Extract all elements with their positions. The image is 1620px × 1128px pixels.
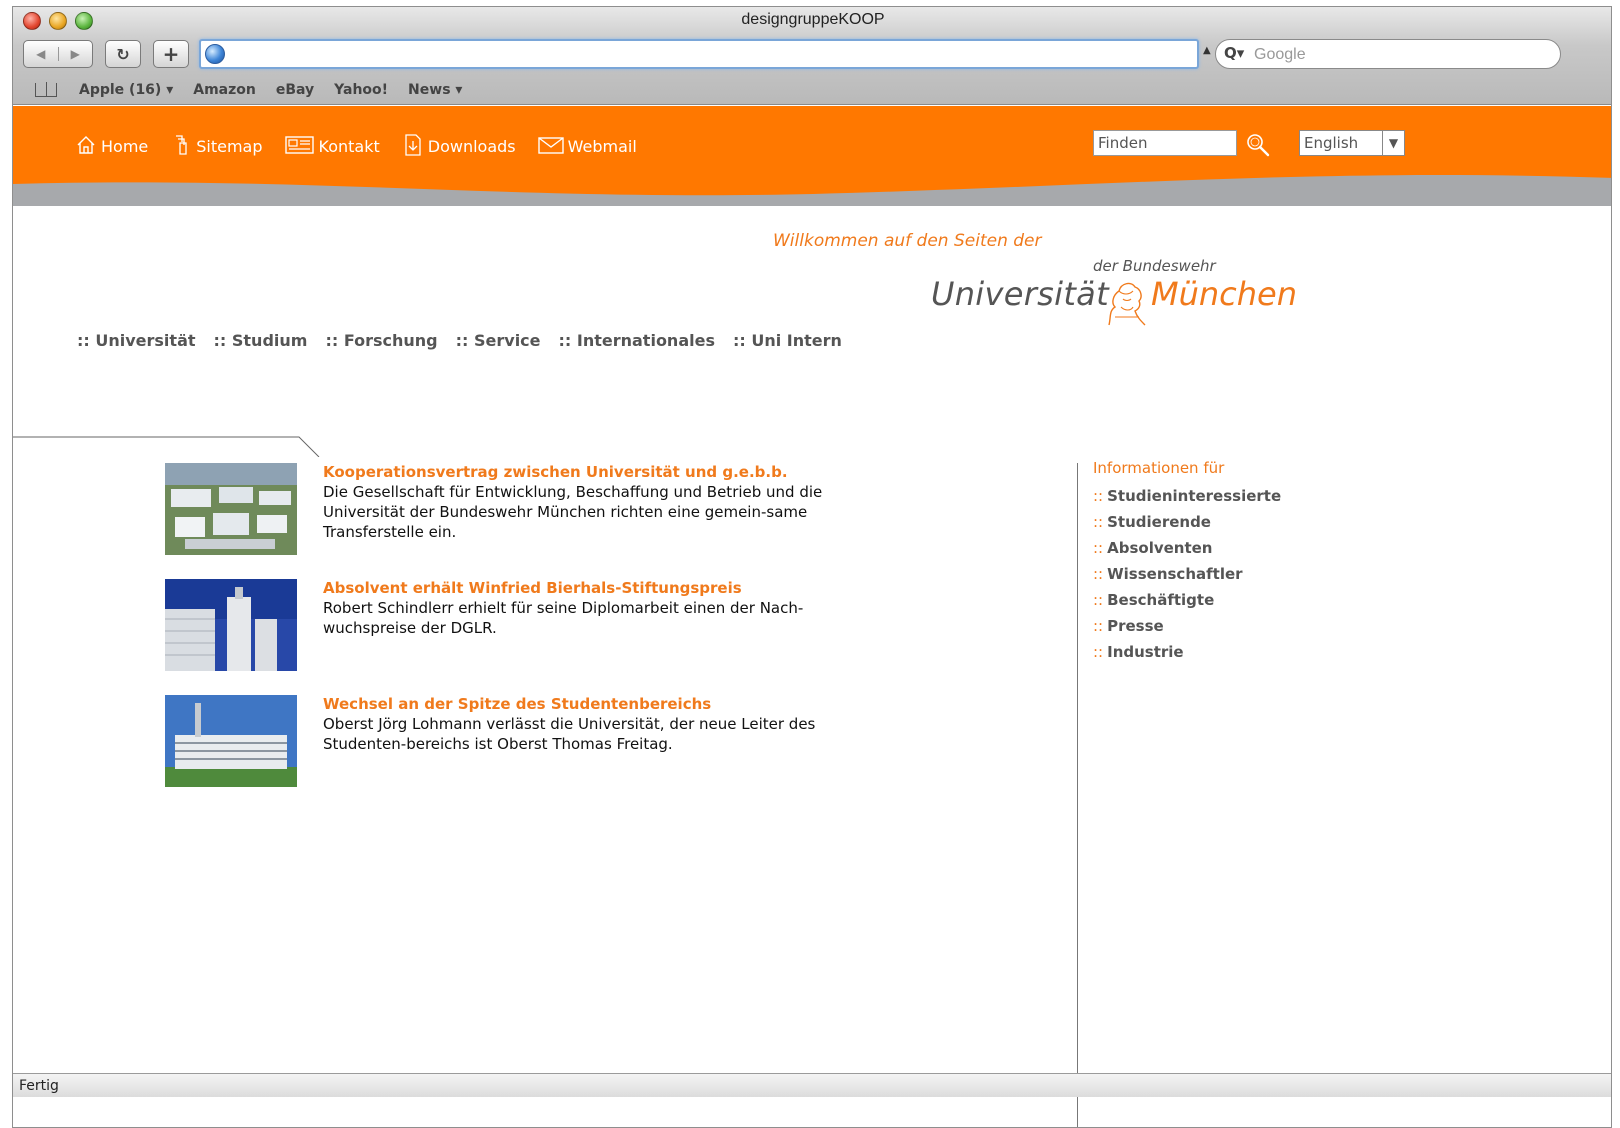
mainnav-internationales[interactable]: :: Internationales bbox=[559, 331, 715, 350]
sidebar-item-wissenschaftler[interactable]: :: Wissenschaftler bbox=[1093, 561, 1281, 587]
mainnav-service[interactable]: :: Service bbox=[456, 331, 541, 350]
news-image-campus-aerial bbox=[165, 463, 297, 555]
magnifier-icon[interactable] bbox=[1245, 132, 1271, 158]
bookmark-yahoo[interactable]: Yahoo! bbox=[334, 82, 388, 98]
topnav-downloads-label: Downloads bbox=[427, 137, 516, 156]
address-bar[interactable] bbox=[199, 39, 1199, 69]
topnav-home-label: Home bbox=[101, 137, 149, 156]
welcome-text: Willkommen auf den Seiten der bbox=[773, 231, 1042, 251]
news-image-building-chimney bbox=[165, 695, 297, 787]
header-wave-band bbox=[13, 175, 1611, 206]
window-title: designgruppeKOOP bbox=[741, 11, 885, 28]
home-icon bbox=[75, 134, 97, 156]
browser-window: designgruppeKOOP ◀ ▶ ↻ + ▲ Q▾ Google App… bbox=[12, 6, 1612, 1128]
sidebar-heading: Informationen für bbox=[1093, 459, 1225, 477]
language-select[interactable]: English ▼ bbox=[1299, 130, 1405, 156]
bookmark-apple[interactable]: Apple (16) ▾ bbox=[79, 82, 173, 98]
logo-der-bundeswehr: der Bundeswehr bbox=[1093, 257, 1216, 275]
news-text: Robert Schindlerr erhielt für seine Dipl… bbox=[323, 599, 804, 637]
plus-icon: + bbox=[162, 42, 180, 66]
chevron-down-icon[interactable]: ▼ bbox=[1382, 131, 1404, 155]
news-item[interactable]: Wechsel an der Spitze des Studentenberei… bbox=[165, 695, 845, 789]
download-icon bbox=[402, 134, 424, 156]
news-text: Die Gesellschaft für Entwicklung, Bescha… bbox=[323, 483, 823, 541]
sidebar-item-label: Presse bbox=[1107, 617, 1164, 635]
decorative-leader-line bbox=[13, 436, 320, 457]
back-arrow-icon[interactable]: ◀ bbox=[24, 47, 58, 61]
sidebar-item-label: Wissenschaftler bbox=[1107, 565, 1243, 583]
sidebar-divider bbox=[1077, 463, 1078, 1127]
logo-universitaet: Universität bbox=[931, 275, 1109, 313]
topnav-sitemap[interactable]: Sitemap bbox=[170, 134, 263, 156]
search-icon[interactable]: Q▾ bbox=[1224, 44, 1244, 62]
topnav-downloads[interactable]: Downloads bbox=[402, 134, 516, 156]
status-bar: Fertig bbox=[13, 1073, 1611, 1097]
logo-muenchen: München bbox=[1151, 275, 1298, 313]
sitemap-icon bbox=[170, 134, 192, 156]
news-title[interactable]: Kooperationsvertrag zwischen Universität… bbox=[323, 463, 843, 482]
topnav-home[interactable]: Home bbox=[75, 134, 148, 156]
sidebar-item-prefix: :: bbox=[1093, 513, 1104, 531]
sidebar-item-prefix: :: bbox=[1093, 539, 1104, 557]
mainnav-universitaet[interactable]: :: Universität bbox=[77, 331, 196, 350]
main-navigation: :: Universität :: Studium :: Forschung :… bbox=[77, 331, 860, 350]
sidebar-item-label: Studieninteressierte bbox=[1107, 487, 1282, 505]
back-forward-buttons[interactable]: ◀ ▶ bbox=[23, 40, 93, 68]
status-text: Fertig bbox=[19, 1078, 59, 1094]
mainnav-uni-intern[interactable]: :: Uni Intern bbox=[733, 331, 842, 350]
mainnav-studium[interactable]: :: Studium bbox=[214, 331, 308, 350]
bookmark-ebay[interactable]: eBay bbox=[276, 82, 314, 98]
bookmarks-book-icon[interactable] bbox=[35, 82, 57, 97]
news-title[interactable]: Absolvent erhält Winfried Bierhals-Stift… bbox=[323, 579, 843, 598]
sidebar-item-label: Absolventen bbox=[1107, 539, 1213, 557]
contact-card-icon bbox=[284, 134, 315, 156]
sidebar-item-absolventen[interactable]: :: Absolventen bbox=[1093, 535, 1281, 561]
envelope-icon bbox=[537, 134, 564, 156]
sidebar-item-prefix: :: bbox=[1093, 591, 1104, 609]
sidebar-item-industrie[interactable]: :: Industrie bbox=[1093, 639, 1281, 665]
bookmark-amazon[interactable]: Amazon bbox=[193, 82, 256, 98]
reload-button[interactable]: ↻ bbox=[105, 40, 141, 68]
sidebar-item-prefix: :: bbox=[1093, 487, 1104, 505]
sidebar-item-presse[interactable]: :: Presse bbox=[1093, 613, 1281, 639]
topnav-webmail[interactable]: Webmail bbox=[537, 134, 637, 156]
sidebar-informationen: Informationen für :: Studieninteressierte… bbox=[1093, 459, 1281, 665]
sidebar-item-prefix: :: bbox=[1093, 565, 1104, 583]
sidebar-item-studierende[interactable]: :: Studierende bbox=[1093, 509, 1281, 535]
news-image-silo-towers bbox=[165, 579, 297, 671]
add-bookmark-button[interactable]: + bbox=[153, 40, 189, 68]
sidebar-item-label: Studierende bbox=[1107, 513, 1211, 531]
sidebar-item-studieninteressierte[interactable]: :: Studieninteressierte bbox=[1093, 483, 1281, 509]
google-search-placeholder: Google bbox=[1254, 46, 1306, 63]
news-text: Oberst Jörg Lohmann verlässt die Univers… bbox=[323, 715, 816, 753]
news-item[interactable]: Kooperationsvertrag zwischen Universität… bbox=[165, 463, 845, 557]
forward-arrow-icon[interactable]: ▶ bbox=[57, 47, 93, 61]
globe-icon bbox=[205, 44, 225, 64]
google-search-field[interactable]: Q▾ Google bbox=[1215, 39, 1561, 69]
address-dropdown-icon[interactable]: ▲ bbox=[1203, 45, 1211, 56]
language-selected: English bbox=[1304, 134, 1359, 152]
mainnav-forschung[interactable]: :: Forschung bbox=[325, 331, 437, 350]
sidebar-item-label: Beschäftigte bbox=[1107, 591, 1215, 609]
athena-head-logo-icon bbox=[1108, 282, 1146, 326]
sidebar-item-beschaeftigte[interactable]: :: Beschäftigte bbox=[1093, 587, 1281, 613]
sidebar-item-label: Industrie bbox=[1107, 643, 1184, 661]
browser-toolbar: designgruppeKOOP ◀ ▶ ↻ + ▲ Q▾ Google App… bbox=[13, 7, 1611, 105]
bookmark-news[interactable]: News ▾ bbox=[408, 82, 462, 98]
reload-icon: ↻ bbox=[116, 44, 130, 64]
news-item[interactable]: Absolvent erhält Winfried Bierhals-Stift… bbox=[165, 579, 845, 673]
site-search-input[interactable]: Finden bbox=[1093, 130, 1237, 156]
topnav-webmail-label: Webmail bbox=[567, 137, 637, 156]
topnav-sitemap-label: Sitemap bbox=[196, 137, 263, 156]
sidebar-item-prefix: :: bbox=[1093, 617, 1104, 635]
top-navigation: Home Sitemap Kontakt Downloads Webmail bbox=[75, 134, 659, 156]
topnav-kontakt[interactable]: Kontakt bbox=[284, 134, 380, 156]
topnav-kontakt-label: Kontakt bbox=[318, 137, 380, 156]
site-header: Home Sitemap Kontakt Downloads Webmail F… bbox=[13, 106, 1611, 206]
news-title[interactable]: Wechsel an der Spitze des Studentenberei… bbox=[323, 695, 843, 714]
sidebar-item-prefix: :: bbox=[1093, 643, 1104, 661]
bookmarks-bar: Apple (16) ▾ Amazon eBay Yahoo! News ▾ bbox=[13, 77, 1611, 103]
